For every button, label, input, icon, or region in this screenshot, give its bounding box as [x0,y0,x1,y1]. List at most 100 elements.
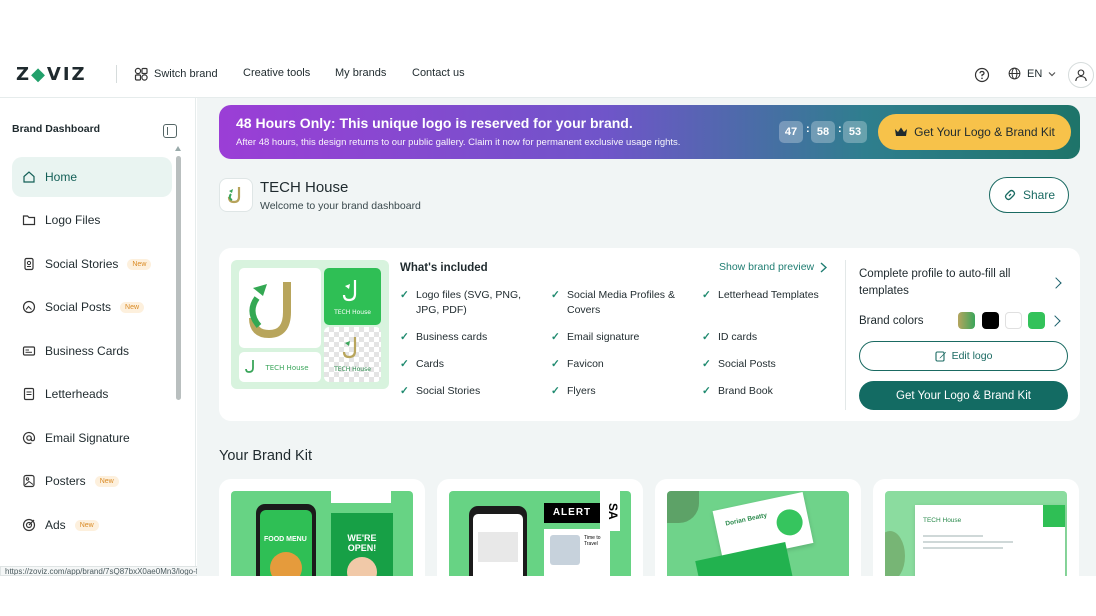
sidebar-item-label: Logo Files [45,213,101,227]
check-icon: ✓ [702,385,711,397]
folder-icon [22,215,36,226]
collapse-sidebar-icon[interactable] [163,124,177,138]
card-icon [22,346,36,356]
nav-label: My brands [335,67,387,79]
poster-icon [23,474,35,488]
sidebar-item-logo-files[interactable]: Logo Files [12,200,172,240]
nav-creative-tools[interactable]: Creative tools [243,67,310,79]
feature-item: ✓ Business cards [400,330,487,345]
sidebar: Brand Dashboard Home Logo Files Social S… [0,98,196,576]
sidebar-item-business-cards[interactable]: Business Cards [12,331,172,371]
complete-profile-link[interactable]: Complete profile to auto-fill all templa… [859,266,1039,300]
sidebar-item-letterheads[interactable]: Letterheads [12,374,172,414]
chevron-right-icon[interactable] [1050,277,1062,289]
sidebar-title: Brand Dashboard [12,123,101,135]
switch-icon [134,67,148,81]
feature-item: ✓ Social Stories [400,384,480,399]
globe-icon [1008,67,1021,80]
user-icon [1075,69,1087,82]
feature-item: ✓ Social Posts [702,357,776,372]
kit-card-image: TECH House [885,491,1067,576]
help-icon[interactable] [973,66,991,84]
sidebar-item-label: Home [45,170,78,184]
show-brand-preview-link[interactable]: Show brand preview [719,261,828,273]
feature-label: Social Stories [416,385,481,397]
whats-included-card: TECH House TECH House TECH House What's … [219,248,1080,421]
sidebar-item-social-posts[interactable]: Social Posts New [12,287,172,327]
sidebar-item-ads[interactable]: Ads New [12,505,172,545]
check-icon: ✓ [551,331,560,343]
preview-brand-text: TECH House [264,364,308,372]
check-icon: ✓ [400,331,409,343]
preview-brand-text: TECH House [333,366,371,373]
sidebar-item-label: Business Cards [45,344,130,358]
check-icon: ✓ [551,358,560,370]
user-avatar[interactable] [1068,62,1094,88]
get-logo-kit-button[interactable]: Get Your Logo & Brand Kit [859,381,1068,410]
whats-included-title: What's included [400,262,488,274]
feature-item: ✓ Email signature [551,330,639,345]
timer-minutes: 58 [811,121,835,143]
feature-item: ✓ ID cards [702,330,757,345]
color-swatch[interactable] [1005,312,1022,329]
check-icon: ✓ [400,385,409,397]
logo-tile-horizontal: TECH House [239,352,321,382]
sidebar-scrollbar[interactable] [176,156,181,400]
feature-label: Cards [416,358,445,370]
preview-brand-text: TECH House [333,309,371,316]
kit-card-social-posts[interactable]: ALERT SA Time to Travel [437,479,643,576]
color-swatch[interactable] [982,312,999,329]
kit-card-letterheads[interactable]: TECH House [873,479,1079,576]
zoviz-logo[interactable]: Z◆VIZ [16,64,87,85]
language-label: EN [1027,67,1043,80]
timer-seconds: 53 [843,121,867,143]
feature-item: ✓ Social Media Profiles & Covers [551,288,691,318]
feature-label: Business cards [416,331,488,343]
chevron-right-icon[interactable] [1049,315,1061,327]
feature-item: ✓ Letterhead Templates [702,288,842,303]
feature-item: ✓ Favicon [551,357,604,372]
edit-icon [935,351,946,362]
color-swatch[interactable] [1028,312,1045,329]
feature-item: ✓ Cards [400,357,444,372]
share-button[interactable]: Share [989,177,1069,213]
brand-preview-collage[interactable]: TECH House TECH House TECH House [231,260,389,389]
story-text: WE'RE OPEN! [347,533,377,553]
sidebar-item-posters[interactable]: Posters New [12,461,172,501]
target-icon [22,518,36,532]
sidebar-item-email-signature[interactable]: Email Signature [12,418,172,458]
feature-label: Email signature [567,331,640,343]
edit-logo-button[interactable]: Edit logo [859,341,1068,371]
check-icon: ✓ [400,358,409,370]
color-swatch[interactable] [958,312,975,329]
logo-tile-green: TECH House [324,268,381,325]
check-icon: ✓ [551,289,560,301]
new-badge: New [74,519,99,531]
sidebar-item-social-stories[interactable]: Social Stories New [12,244,172,284]
sidebar-item-label: Letterheads [45,387,109,401]
check-icon: ✓ [551,385,560,397]
kit-card-business-cards[interactable]: Dorian Beatty [655,479,861,576]
scroll-up-arrow[interactable] [175,146,181,151]
crown-icon [895,127,908,136]
kit-card-image: Dorian Beatty [667,491,849,576]
language-selector[interactable]: EN [1008,67,1056,80]
sidebar-item-label: Ads [45,518,66,532]
button-label: Share [1022,188,1056,202]
kit-card-social-stories[interactable]: FOOD MENU WE'RE OPEN! [219,479,425,576]
promo-headline: 48 Hours Only: This unique logo is reser… [236,115,633,131]
nav-contact-us[interactable]: Contact us [412,67,465,79]
post-text: ALERT [544,503,600,523]
nav-my-brands[interactable]: My brands [335,67,386,79]
post-text: Time to Travel [584,535,601,547]
feature-item: ✓ Logo files (SVG, PNG, JPG, PDF) [400,288,540,318]
feature-label: Logo files (SVG, PNG, JPG, PDF) [416,289,522,316]
check-icon: ✓ [702,331,711,343]
sidebar-item-label: Social Stories [45,257,119,271]
feature-label: Letterhead Templates [718,289,819,301]
sidebar-item-home[interactable]: Home [12,157,172,197]
switch-brand-button[interactable]: Switch brand [134,67,218,81]
sidebar-item-label: Email Signature [45,431,130,445]
nav-label: Creative tools [243,67,311,79]
get-logo-brand-kit-button[interactable]: Get Your Logo & Brand Kit [878,114,1071,150]
